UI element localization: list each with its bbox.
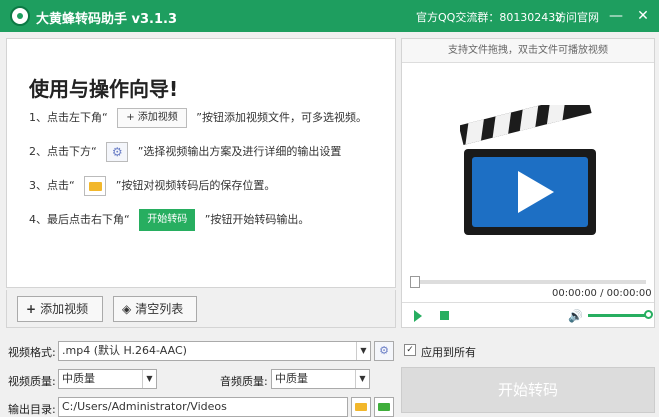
add-video-label: 添加视频 (40, 302, 89, 316)
format-label: 视频格式: (8, 346, 56, 359)
output-dir-field[interactable]: C:/Users/Administrator/Videos (58, 397, 348, 417)
video-quality-select[interactable]: 中质量 ▼ (58, 369, 157, 389)
close-button[interactable]: ✕ (632, 5, 654, 27)
file-list-panel[interactable]: 使用与操作向导! 1、点击左下角“ + 添加视频 ”按钮添加视频文件，可多选视频… (6, 38, 396, 288)
start-sample-button: 开始转码 (139, 209, 196, 231)
guide-step-1: 1、点击左下角“ + 添加视频 ”按钮添加视频文件，可多选视频。 (29, 107, 367, 129)
step-text: ”选择视频输出方案及进行详细的输出设置 (137, 145, 342, 158)
list-toolbar: + 添加视频 ◈ 清空列表 (6, 290, 396, 328)
gear-icon: ⚙ (379, 344, 389, 357)
eraser-icon: ◈ (122, 302, 132, 316)
stop-icon[interactable] (440, 311, 449, 320)
start-convert-button[interactable]: 开始转码 (401, 367, 655, 413)
preview-panel[interactable]: 支持文件拖拽，双击文件可播放视频 00:00:00 / 00:00:00 🔊 (401, 38, 655, 328)
chevron-down-icon: ▼ (355, 370, 369, 388)
step-text: 3、点击“ (29, 179, 75, 192)
format-settings-button[interactable]: ⚙ (374, 341, 394, 361)
step-text: 1、点击左下角“ (29, 111, 108, 124)
app-logo-icon (10, 6, 30, 26)
seek-bar[interactable] (412, 280, 646, 284)
volume-icon[interactable]: 🔊 (568, 309, 583, 323)
format-value: .mp4 (默认 H.264-AAC) (62, 344, 187, 357)
video-quality-value: 中质量 (62, 372, 95, 385)
visit-site-link[interactable]: 访问官网 (555, 9, 599, 25)
audio-quality-select[interactable]: 中质量 ▼ (271, 369, 370, 389)
output-dir-label: 输出目录: (8, 403, 56, 416)
plus-icon: + (26, 302, 37, 316)
step-text: ”按钮开始转码输出。 (204, 213, 310, 226)
preview-hint: 支持文件拖拽，双击文件可播放视频 (402, 39, 654, 63)
volume-slider[interactable] (588, 314, 650, 317)
folder-icon (84, 176, 107, 196)
step-text: 2、点击下方“ (29, 145, 97, 158)
add-video-sample-button: + 添加视频 (117, 108, 187, 128)
add-video-button[interactable]: + 添加视频 (17, 296, 103, 322)
clear-list-button[interactable]: ◈ 清空列表 (113, 296, 197, 322)
video-quality-label: 视频质量: (8, 375, 56, 388)
clear-list-label: 清空列表 (135, 302, 184, 316)
volume-handle[interactable] (644, 310, 653, 319)
guide-step-2: 2、点击下方“ ⚙ ”选择视频输出方案及进行详细的输出设置 (29, 141, 341, 163)
guide-step-4: 4、最后点击右下角“ 开始转码 ”按钮开始转码输出。 (29, 209, 309, 231)
step-text: ”按钮对视频转码后的保存位置。 (115, 179, 276, 192)
step-text: 4、最后点击右下角“ (29, 213, 130, 226)
step-text: ”按钮添加视频文件，可多选视频。 (196, 111, 367, 124)
open-folder-icon[interactable] (374, 397, 394, 417)
seek-handle[interactable] (410, 276, 420, 288)
minimize-button[interactable]: — (605, 5, 627, 27)
qq-group-label: 官方QQ交流群：801302432 (416, 11, 563, 24)
audio-quality-label: 音频质量: (220, 375, 268, 388)
time-readout: 00:00:00 / 00:00:00 (552, 288, 652, 299)
settings-gear-icon: ⚙ (106, 142, 129, 162)
guide-title: 使用与操作向导! (29, 77, 179, 101)
chevron-down-icon: ▼ (356, 342, 370, 360)
apply-all-checkbox[interactable]: ✓ (404, 344, 416, 356)
play-icon[interactable] (414, 310, 422, 322)
title-bar: 大黄蜂转码助手 v3.1.3 官方QQ交流群：801302432 访问官网 — … (0, 0, 659, 32)
format-select[interactable]: .mp4 (默认 H.264-AAC) ▼ (58, 341, 371, 361)
video-clapper-icon (460, 105, 596, 235)
guide-step-3: 3、点击“ ”按钮对视频转码后的保存位置。 (29, 175, 275, 197)
chevron-down-icon: ▼ (142, 370, 156, 388)
audio-quality-value: 中质量 (275, 372, 308, 385)
apply-all-label: 应用到所有 (421, 346, 476, 359)
browse-folder-icon[interactable] (351, 397, 371, 417)
app-title: 大黄蜂转码助手 v3.1.3 (36, 12, 178, 27)
player-controls: 🔊 (402, 302, 654, 328)
